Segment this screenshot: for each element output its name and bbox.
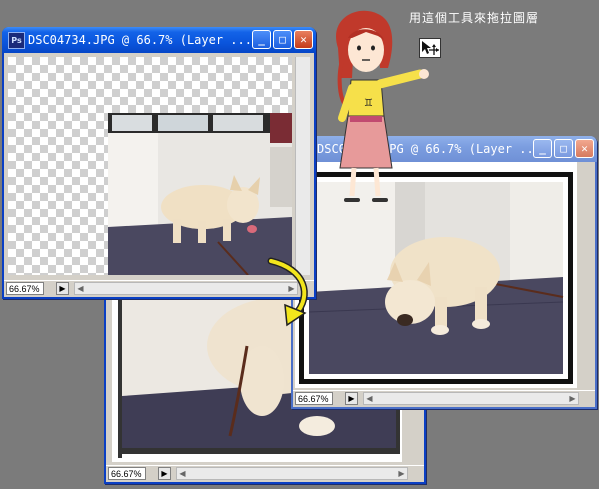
maximize-icon[interactable]: □ bbox=[554, 139, 573, 158]
front-titlebar[interactable]: Ps DSC04734.JPG @ 66.7% (Layer ... _ □ ✕ bbox=[2, 27, 316, 53]
close-icon[interactable]: ✕ bbox=[294, 30, 313, 49]
curved-arrow bbox=[267, 257, 308, 327]
scroll-right-icon[interactable]: ▶ bbox=[396, 468, 407, 479]
back-zoom-field[interactable]: 66.67% bbox=[108, 467, 146, 480]
svg-text:♊: ♊ bbox=[364, 98, 373, 109]
minimize-icon[interactable]: _ bbox=[252, 30, 271, 49]
scroll-left-icon[interactable]: ◀ bbox=[364, 393, 375, 404]
minimize-icon[interactable]: _ bbox=[533, 139, 552, 158]
move-tool-icon[interactable] bbox=[419, 38, 441, 58]
front-photo bbox=[108, 113, 292, 275]
navigator-icon[interactable]: ▶ bbox=[345, 392, 358, 405]
front-vertical-scrollbar[interactable] bbox=[295, 57, 310, 275]
photoshop-doc-icon: Ps bbox=[8, 32, 25, 49]
front-canvas bbox=[8, 57, 292, 275]
scroll-left-icon[interactable]: ◀ bbox=[75, 283, 86, 294]
annotation-text: 用這個工具來拖拉圖層 bbox=[409, 11, 540, 25]
navigator-icon[interactable]: ▶ bbox=[158, 467, 171, 480]
right-zoom-field[interactable]: 66.67% bbox=[295, 392, 333, 405]
navigator-icon[interactable]: ▶ bbox=[56, 282, 69, 295]
scroll-left-icon[interactable]: ◀ bbox=[177, 468, 188, 479]
back-horizontal-scrollbar[interactable]: ◀ ▶ bbox=[176, 467, 408, 480]
right-status-bar: 66.67% ▶ ◀ ▶ bbox=[293, 390, 595, 407]
front-zoom-field[interactable]: 66.67% bbox=[6, 282, 44, 295]
right-horizontal-scrollbar[interactable]: ◀ ▶ bbox=[363, 392, 579, 405]
scroll-right-icon[interactable]: ▶ bbox=[567, 393, 578, 404]
back-status-bar: 66.67% ▶ ◀ ▶ bbox=[106, 465, 424, 482]
maximize-icon[interactable]: □ bbox=[273, 30, 292, 49]
close-icon[interactable]: ✕ bbox=[575, 139, 594, 158]
front-window-title: DSC04734.JPG @ 66.7% (Layer ... bbox=[28, 33, 252, 47]
